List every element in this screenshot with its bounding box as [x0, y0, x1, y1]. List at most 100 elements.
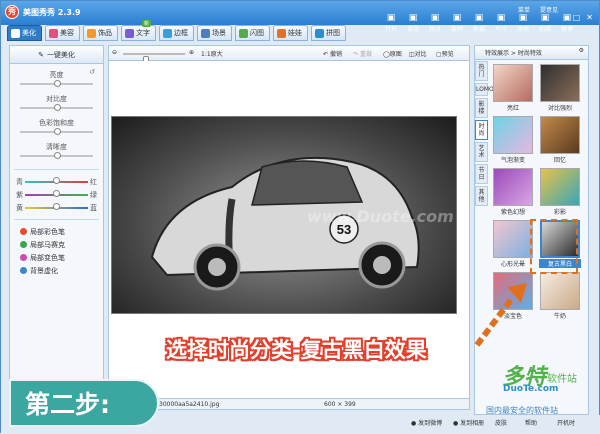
one-click-beautify-button[interactable]: ✎ 一键美化 — [10, 46, 103, 64]
tool-label: 背景虚化 — [30, 266, 58, 275]
toolbar-button-label: 微博 — [560, 26, 573, 33]
help-label: 帮助 — [525, 420, 538, 427]
tab-8[interactable]: 拼图 — [311, 25, 346, 41]
redo-button[interactable]: ↷ 重做 — [353, 49, 372, 58]
undo-button[interactable]: ↶ 撤销 — [323, 49, 342, 58]
slider-label: 色彩饱和度 — [39, 119, 74, 127]
divider — [14, 169, 99, 170]
app-logo-icon: 秀 — [5, 5, 19, 19]
color-knob[interactable] — [53, 177, 60, 184]
tab-icon — [201, 28, 210, 38]
brand-watermark-sub: 软件站 — [547, 374, 577, 385]
tab-6[interactable]: 闪图 — [235, 25, 270, 41]
toolbar-save-button[interactable]: ▣ 保存 — [403, 13, 423, 35]
toolbar-rotate-button[interactable]: ▣ 旋转 — [447, 13, 467, 35]
effects-header-label: 特效展示 > 时尚特效 — [485, 50, 542, 57]
effect-preview — [540, 272, 580, 310]
effect-thumbnail[interactable]: 彩影 — [539, 168, 581, 217]
effect-label: 彩影 — [553, 209, 566, 216]
toolbar-camera-button[interactable]: ▣ 拍照 — [535, 13, 555, 35]
redo-label: 重做 — [359, 51, 372, 58]
effect-thumbnail[interactable]: 气泡渐变 — [492, 116, 534, 165]
effect-category-tabs: 热门 LOMO 影楼 时尚 艺术 节日 其他 — [475, 61, 494, 208]
effect-thumbnail[interactable]: 亮红 — [492, 64, 534, 113]
toolbar-folder-button[interactable]: ▣ 打开 — [381, 13, 401, 35]
zoom-in-icon[interactable]: ⊕ — [189, 49, 194, 56]
effect-thumbnail[interactable]: 紫色幻想 — [492, 168, 534, 217]
tab-label: 美化 — [22, 29, 36, 37]
photo-watermark: www.Duote.com — [307, 207, 454, 226]
toolbar-weibo-button[interactable]: ▣ 微博 — [557, 13, 577, 35]
toolbar-crop-button[interactable]: ▣ 剪裁 — [469, 13, 489, 35]
tab-1[interactable]: 美容 — [45, 25, 80, 41]
settings-icon[interactable]: ⚙ — [579, 47, 584, 54]
color-balance-slider[interactable]: 青红 — [10, 175, 103, 188]
effect-category-tab[interactable]: 热门 — [475, 61, 488, 81]
effect-category-tab[interactable]: LOMO — [475, 83, 494, 96]
slider-knob[interactable] — [53, 128, 61, 135]
slider-knob[interactable] — [53, 80, 61, 87]
help-button[interactable]: 帮助 — [525, 418, 537, 427]
tab-4[interactable]: 边框 — [159, 25, 194, 41]
toolbar-button-label: 尺寸 — [494, 26, 507, 33]
tool-icon — [20, 267, 27, 274]
local-tool-0[interactable]: 局部彩色笔 — [10, 225, 103, 238]
effect-category-tab[interactable]: 影楼 — [475, 98, 488, 118]
adjust-slider[interactable]: 色彩饱和度 — [10, 116, 103, 140]
color-knob[interactable] — [53, 190, 60, 197]
zoom-slider[interactable] — [123, 53, 185, 65]
startup-button[interactable]: 开机时 — [557, 418, 575, 427]
effect-thumbnail[interactable]: 对比强烈 — [539, 64, 581, 113]
adjust-slider[interactable]: 清晰度 — [10, 140, 103, 164]
tab-3[interactable]: 文字 — [121, 25, 156, 41]
folder-icon: ▣ — [386, 13, 396, 23]
slider-knob[interactable] — [53, 152, 61, 159]
zoom-out-icon[interactable]: ⊖ — [112, 49, 117, 56]
tab-0[interactable]: 美化 — [7, 25, 42, 41]
toolbar-button-label: 旋转 — [450, 26, 463, 33]
tab-5[interactable]: 场景 — [197, 25, 232, 41]
original-label: 原图 — [389, 51, 402, 58]
toolbar-brush-button[interactable]: ▣ 涂鸦 — [513, 13, 533, 35]
effects-breadcrumb: 特效展示 > 时尚特效 ⚙ — [475, 46, 588, 60]
slider-knob[interactable] — [53, 104, 61, 111]
tab-icon — [49, 28, 58, 38]
effect-category-tab[interactable]: 其他 — [475, 186, 488, 206]
color-knob[interactable] — [53, 203, 60, 210]
preview-button[interactable]: ▢预览 — [436, 49, 454, 58]
local-tool-1[interactable]: 局部马赛克 — [10, 238, 103, 251]
effect-preview — [493, 116, 533, 154]
zoom-label[interactable]: 1:1原大 — [201, 49, 223, 58]
reset-icon[interactable]: ↺ — [89, 68, 95, 76]
effect-thumbnail[interactable]: 心形光晕 — [492, 220, 534, 269]
share-weibo-button[interactable]: ● 发到微博 — [411, 418, 442, 427]
adjust-slider[interactable]: 亮度 ↺ — [10, 68, 103, 92]
effect-category-tab[interactable]: 艺术 — [475, 142, 488, 162]
tab-7[interactable]: 娃娃 — [273, 25, 308, 41]
tool-label: 局部彩色笔 — [30, 227, 65, 236]
effect-preview — [493, 64, 533, 102]
toolbar-button-label: 预览 — [428, 26, 441, 33]
color-balance-slider[interactable]: 紫绿 — [10, 188, 103, 201]
effect-category-tab[interactable]: 节日 — [475, 164, 488, 184]
effect-thumbnail[interactable]: 回忆 — [539, 116, 581, 165]
local-tool-2[interactable]: 局部变色笔 — [10, 251, 103, 264]
tool-icon — [20, 228, 27, 235]
canvas-toolbar: ⊖ ⊕ 1:1原大 ↶ 撤销 ↷ 重做 ◯原图 ◫对比 ▢预览 — [108, 45, 470, 65]
adjust-slider[interactable]: 对比度 — [10, 92, 103, 116]
tab-icon — [277, 28, 286, 38]
toolbar-preview-button[interactable]: ▣ 预览 — [425, 13, 445, 35]
effect-category-tab[interactable]: 时尚 — [475, 120, 488, 140]
app-window: 秀 美图秀秀 2.3.9 菜单 提意见 – □ ✕ ▣ 打开 ▣ 保存 ▣ 预览 ▣ 旋转 ▣ 剪… — [0, 0, 600, 434]
toolbar-resize-button[interactable]: ▣ 尺寸 — [491, 13, 511, 35]
close-icon[interactable]: ✕ — [586, 13, 593, 22]
original-button[interactable]: ◯原图 — [383, 49, 402, 58]
skin-button[interactable]: 皮肤 — [495, 418, 507, 427]
local-tool-3[interactable]: 背景虚化 — [10, 264, 103, 277]
effect-thumbnail[interactable]: 牛奶 — [539, 272, 581, 321]
compare-button[interactable]: ◫对比 — [409, 49, 427, 58]
color-balance-slider[interactable]: 黄蓝 — [10, 201, 103, 214]
tab-label: 美容 — [60, 29, 74, 37]
tab-2[interactable]: 饰品 — [83, 25, 118, 41]
share-album-button[interactable]: ● 发到相册 — [453, 418, 484, 427]
